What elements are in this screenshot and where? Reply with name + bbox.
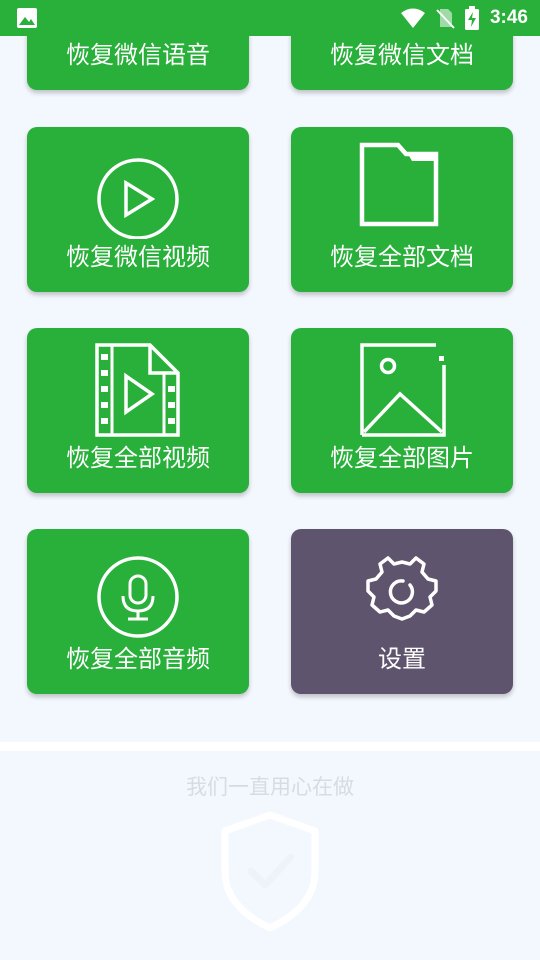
folder-icon xyxy=(359,142,439,227)
menu-grid: 恢复微信语音 恢复微信文档 恢复微信视频 恢复全部文档 恢复全部视频 恢复全部图… xyxy=(0,0,540,740)
card-label: 恢复全部文档 xyxy=(330,243,474,271)
card-label: 恢复全部音频 xyxy=(66,645,210,673)
card-label: 恢复微信语音 xyxy=(66,41,210,69)
footer: 我们一直用心在做 xyxy=(0,751,540,960)
microphone-icon xyxy=(97,556,179,638)
divider xyxy=(0,742,540,751)
wifi-icon xyxy=(400,8,425,28)
gallery-icon xyxy=(17,8,37,28)
recover-all-video-button[interactable]: 恢复全部视频 xyxy=(27,328,249,493)
card-label: 恢复全部图片 xyxy=(330,444,474,472)
video-file-icon xyxy=(95,343,180,437)
recover-all-audio-button[interactable]: 恢复全部音频 xyxy=(27,529,249,694)
recover-wechat-video-button[interactable]: 恢复微信视频 xyxy=(27,127,249,292)
status-bar: 3:46 xyxy=(0,0,540,36)
settings-button[interactable]: 设置 xyxy=(291,529,513,694)
card-label: 设置 xyxy=(378,645,426,673)
gear-icon xyxy=(366,556,438,621)
card-label: 恢复微信视频 xyxy=(66,243,210,271)
status-time: 3:46 xyxy=(489,7,528,28)
battery-charging-icon xyxy=(464,6,479,30)
card-label: 恢复微信文档 xyxy=(330,41,474,69)
footer-slogan: 我们一直用心在做 xyxy=(186,775,354,799)
shield-check-icon xyxy=(221,811,319,932)
image-icon xyxy=(360,343,446,437)
play-circle-icon xyxy=(97,158,179,239)
no-sim-icon xyxy=(436,9,455,29)
card-label: 恢复全部视频 xyxy=(66,444,210,472)
recover-all-images-button[interactable]: 恢复全部图片 xyxy=(291,328,513,493)
recover-all-docs-button[interactable]: 恢复全部文档 xyxy=(291,127,513,292)
